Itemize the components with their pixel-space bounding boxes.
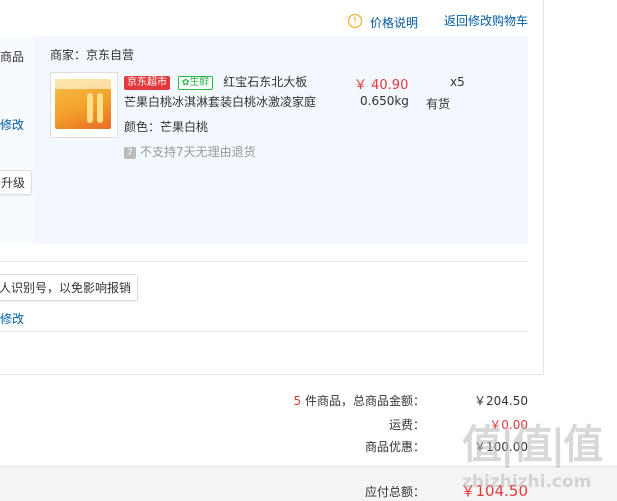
no-return-notice: 7 不支持7天无理由退货 — [124, 143, 256, 160]
discount-label: 商品优惠： — [364, 440, 425, 454]
product-box — [0, 36, 528, 244]
stock-status: 有货 — [426, 97, 451, 111]
goods-count-suffix: 件商品，总商品金额： — [301, 394, 425, 408]
ice-bar-graphic — [87, 93, 93, 123]
invoice-tip-tooltip: 人识别号，以免影响报销 — [0, 274, 139, 301]
fresh-tag-label: 生鲜 — [189, 76, 210, 88]
total-goods-value: ￥204.50 — [474, 394, 528, 408]
vendor-name: 商家：京东自营 — [50, 48, 135, 62]
product-title-line2[interactable]: 芒果白桃冰淇淋套装白桃冰激凌家庭 — [124, 93, 316, 110]
left-panel — [0, 36, 34, 244]
shipping-label: 运费： — [388, 418, 425, 432]
divider — [0, 261, 528, 262]
quantity: x5 — [450, 75, 465, 89]
upgrade-label: 升级 — [1, 176, 26, 190]
modify-link[interactable]: 修改 — [0, 116, 24, 133]
product-title-line1[interactable]: 红宝石东北大板 — [223, 75, 307, 89]
payable-label: 应付总额： — [364, 485, 425, 499]
info-icon[interactable]: ! — [348, 14, 362, 28]
product-color: 颜色：芒果白桃 — [124, 120, 209, 134]
unit-price: ￥ 40.90 — [354, 78, 409, 93]
fresh-tag: ✿生鲜 — [177, 75, 214, 90]
goods-label-fragment: 商品 — [0, 50, 25, 64]
invoice-modify-link[interactable]: 修改 — [0, 310, 24, 327]
jd-supermarket-tag: 京东超市 — [124, 75, 170, 90]
invoice-tip-text: 人识别号，以免影响报销 — [0, 281, 132, 295]
upgrade-tooltip[interactable]: 升级 — [0, 170, 33, 195]
product-thumbnail[interactable] — [50, 72, 118, 138]
weight: 0.650kg — [360, 94, 409, 108]
goods-count-label: 5 件商品，总商品金额： — [285, 392, 425, 409]
no-return-text: 不支持7天无理由退货 — [140, 145, 256, 159]
ice-bar-graphic — [97, 93, 103, 123]
product-title-row[interactable]: 京东超市 ✿生鲜 红宝石东北大板 — [124, 73, 307, 90]
watermark-logo: 值|值|值 — [462, 422, 603, 468]
no-return-icon: 7 — [124, 146, 136, 159]
divider — [0, 331, 528, 332]
product-image-band — [55, 79, 111, 89]
watermark-url: zhizhizhi.com — [462, 472, 592, 492]
back-to-cart-link[interactable]: 返回修改购物车 — [444, 12, 528, 29]
price-explain-link[interactable]: 价格说明 — [370, 14, 418, 31]
